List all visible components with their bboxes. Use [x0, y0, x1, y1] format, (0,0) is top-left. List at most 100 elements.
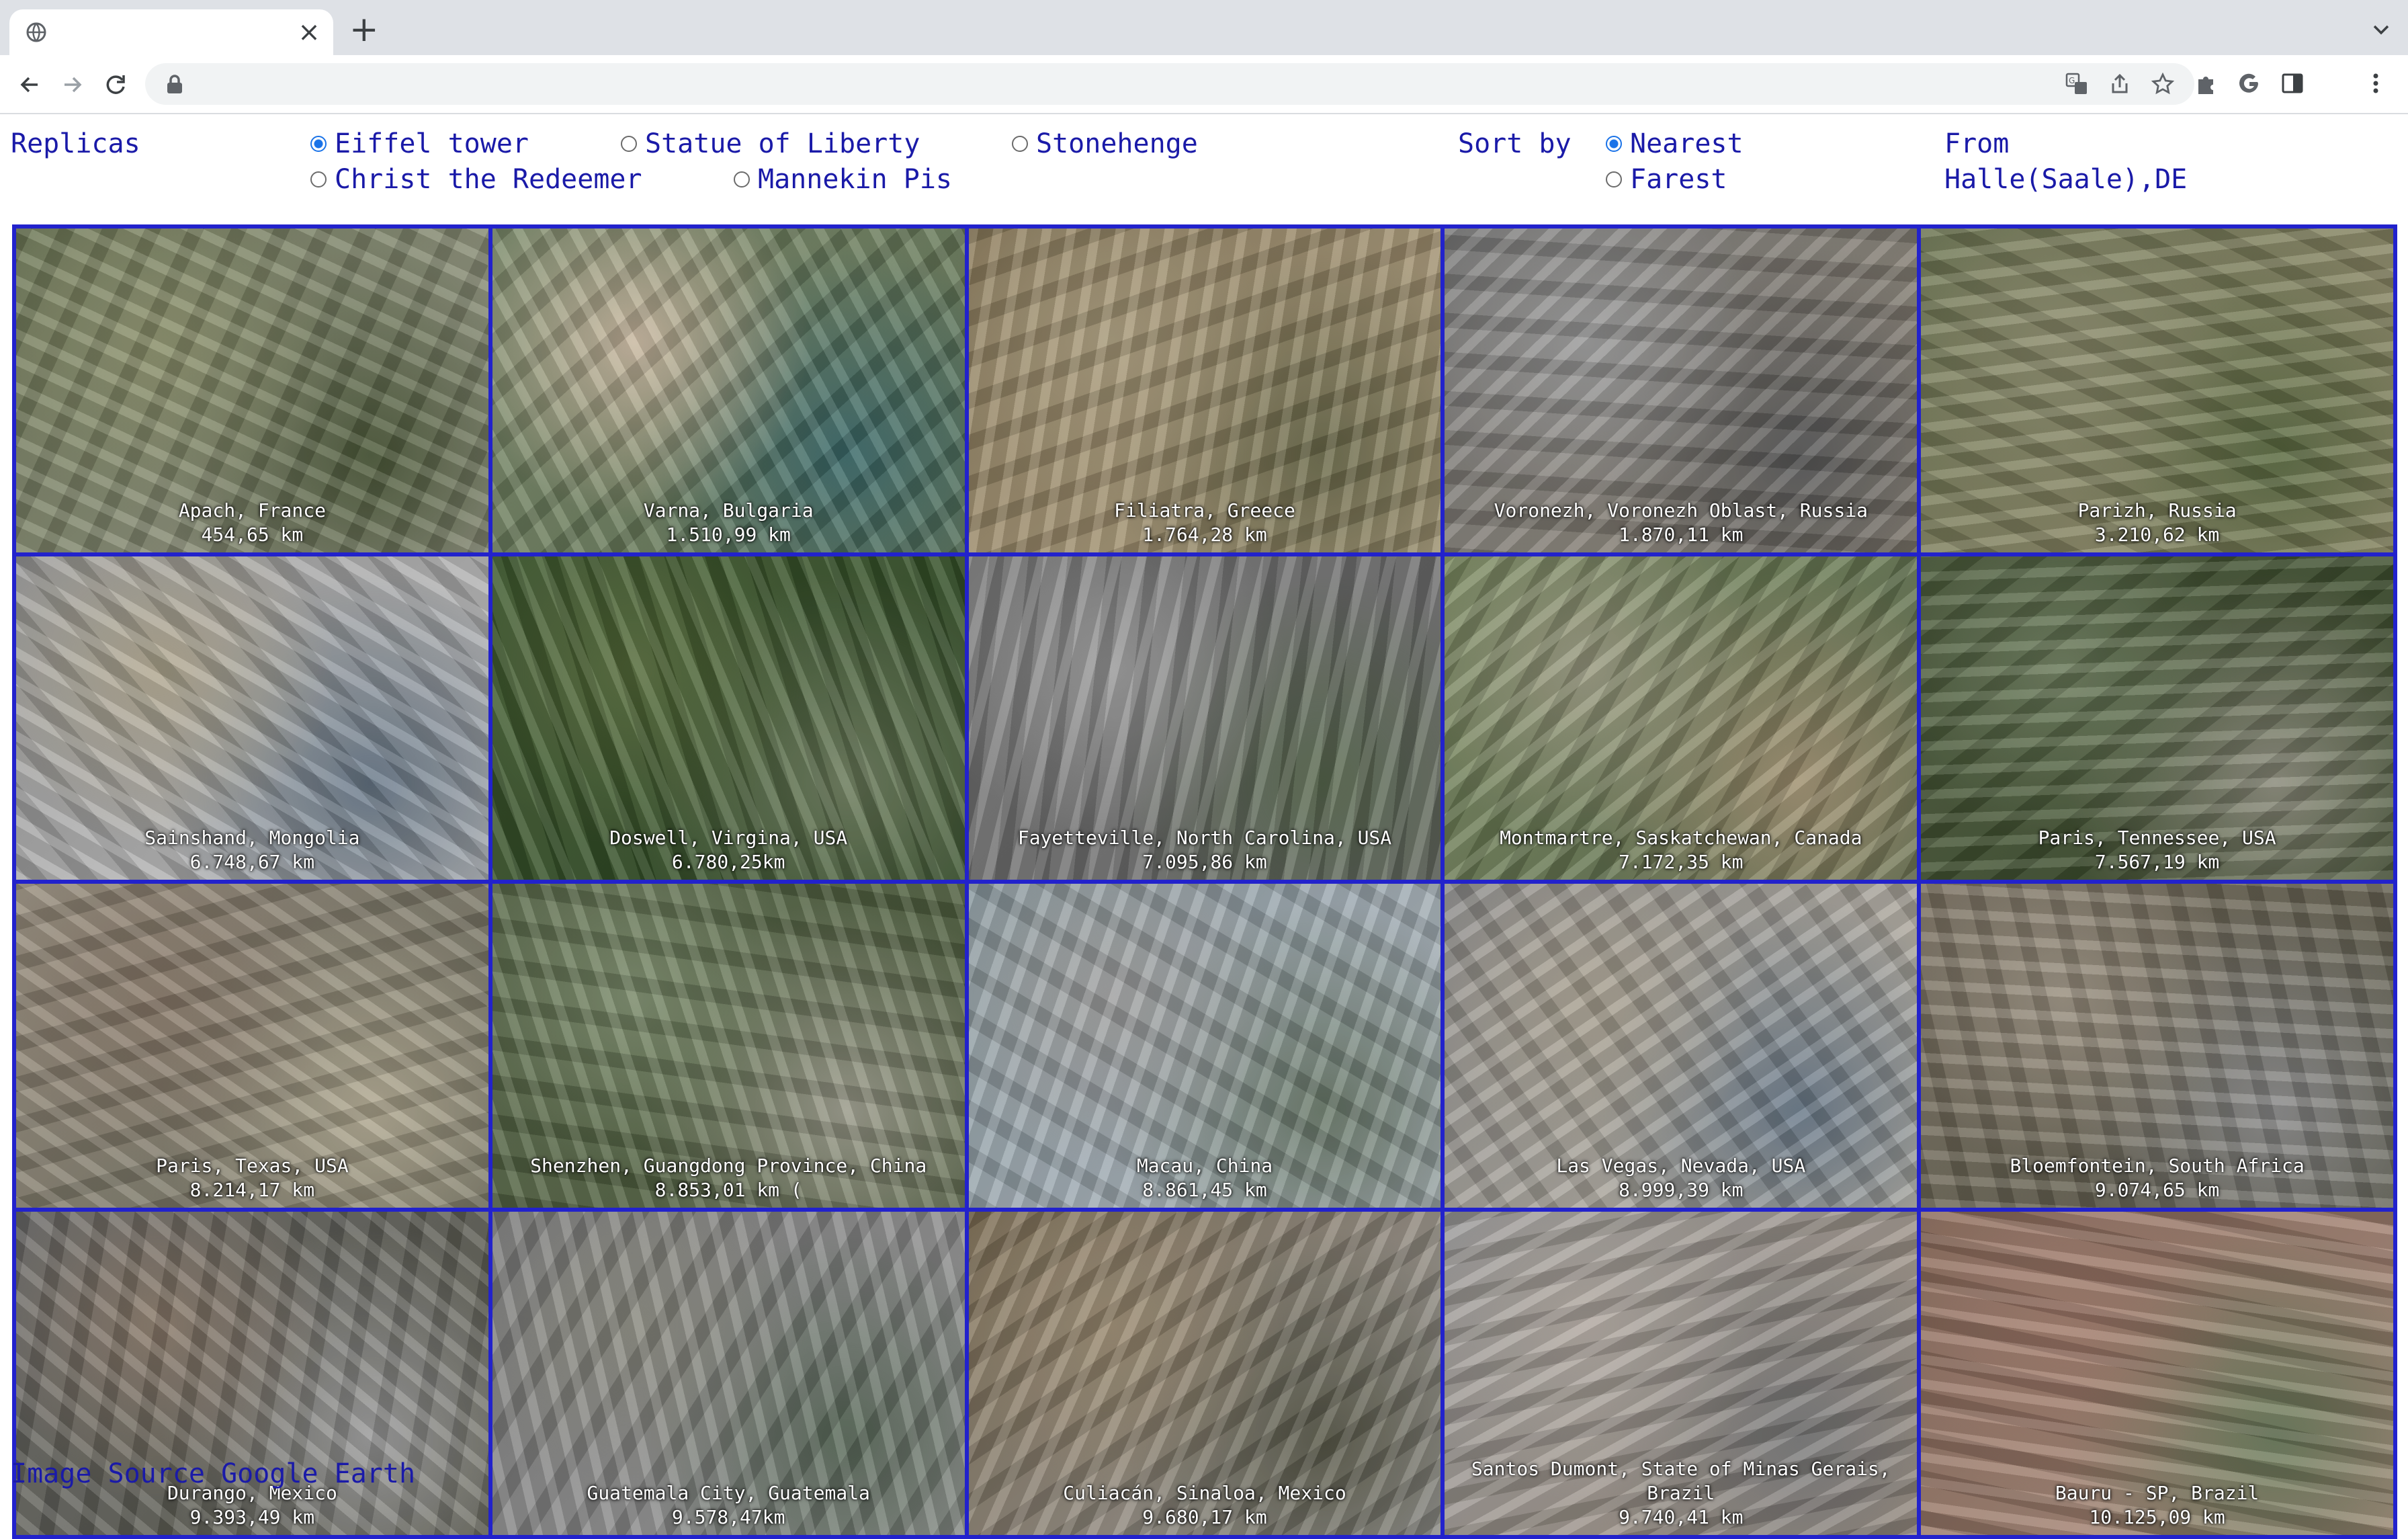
distance-value: 6.780,25km — [671, 851, 785, 873]
extensions-icon[interactable] — [2193, 70, 2220, 97]
replica-tile[interactable]: Bauru - SP, Brazil 10.125,09 km — [1919, 1209, 2395, 1537]
place-name: Varna, Bulgaria — [643, 499, 814, 522]
place-name: Filiatra, Greece — [1114, 499, 1295, 522]
page-content: Replicas Eiffel tower Statue of Liberty … — [0, 114, 2408, 1539]
replica-tile[interactable]: Sainshand, Mongolia 6.748,67 km — [14, 554, 490, 882]
share-icon[interactable] — [2108, 73, 2131, 95]
radio-button[interactable] — [1606, 171, 1622, 188]
radio-label[interactable]: Statue of Liberty — [645, 126, 920, 161]
distance-value: 9.680,17 km — [1142, 1506, 1267, 1528]
distance-value: 8.853,01 km ( — [654, 1178, 802, 1201]
place-name: Shenzhen, Guangdong Province, China — [530, 1154, 927, 1177]
distance-value: 10.125,09 km — [2089, 1506, 2225, 1528]
radio-statue-of-liberty[interactable]: Statue of Liberty — [621, 126, 920, 161]
radio-button[interactable] — [621, 136, 637, 152]
forward-arrow-icon[interactable] — [58, 70, 87, 99]
replica-tile[interactable]: Montmartre, Saskatchewan, Canada 7.172,35… — [1443, 554, 1920, 882]
distance-value: 6.748,67 km — [189, 851, 315, 873]
distance-value: 1.870,11 km — [1619, 523, 1744, 546]
radio-button[interactable] — [734, 171, 750, 188]
radio-label[interactable]: Eiffel tower — [335, 126, 529, 161]
replica-tile[interactable]: Macau, China 8.861,45 km — [966, 882, 1443, 1210]
radio-label[interactable]: Stonehenge — [1036, 126, 1198, 161]
replica-tile[interactable]: Doswell, Virgina, USA 6.780,25km — [490, 554, 967, 882]
reload-icon[interactable] — [101, 70, 130, 99]
browser-tab[interactable]: × — [9, 9, 333, 55]
distance-value: 9.393,49 km — [189, 1506, 315, 1528]
google-icon[interactable] — [2236, 70, 2263, 97]
replica-tile[interactable]: Guatemala City, Guatemala 9.578,47km — [490, 1209, 967, 1537]
close-icon[interactable]: × — [297, 19, 321, 46]
radio-button[interactable] — [310, 136, 327, 152]
replica-tile[interactable]: Bloemfontein, South Africa 9.074,65 km — [1919, 882, 2395, 1210]
distance-value: 9.740,41 km — [1619, 1506, 1744, 1528]
replica-tile[interactable]: Las Vegas, Nevada, USA 8.999,39 km — [1443, 882, 1920, 1210]
replica-tile[interactable]: Parizh, Russia 3.210,62 km — [1919, 226, 2395, 554]
tile-caption: Bauru - SP, Brazil 10.125,09 km — [1921, 1481, 2393, 1530]
radio-sort-farest[interactable]: Farest — [1606, 162, 1727, 197]
tile-caption: Voronezh, Voronezh Oblast, Russia 1.870,1… — [1445, 499, 1917, 547]
radio-button[interactable] — [1606, 136, 1622, 152]
replica-tile[interactable]: Apach, France 454,65 km — [14, 226, 490, 554]
radio-label[interactable]: Nearest — [1630, 126, 1744, 161]
radio-button[interactable] — [1012, 136, 1028, 152]
browser-toolbar: G — [0, 55, 2408, 114]
tile-caption: Paris, Texas, USA 8.214,17 km — [16, 1154, 488, 1202]
more-menu-icon[interactable] — [2362, 70, 2389, 97]
place-name: Paris, Tennessee, USA — [2038, 827, 2276, 849]
replica-tile[interactable]: Santos Dumont, State of Minas Gerais, Br… — [1443, 1209, 1920, 1537]
from-location: Halle(Saale),DE — [1944, 164, 2188, 195]
lock-icon[interactable] — [165, 74, 184, 94]
distance-value: 9.074,65 km — [2094, 1178, 2220, 1201]
image-source-credit: Image Source Google Earth — [11, 1458, 416, 1489]
radio-button[interactable] — [310, 171, 327, 188]
sort-by-label: Sort by — [1458, 128, 1572, 159]
distance-value: 8.214,17 km — [189, 1178, 315, 1201]
side-panel-icon[interactable] — [2279, 70, 2306, 97]
distance-value: 7.567,19 km — [2094, 851, 2220, 873]
tab-strip: × + — [0, 0, 2408, 55]
place-name: Culiacán, Sinaloa, Mexico — [1063, 1482, 1346, 1504]
back-arrow-icon[interactable] — [15, 70, 44, 99]
tile-caption: Filiatra, Greece 1.764,28 km — [969, 499, 1441, 547]
distance-value: 8.999,39 km — [1619, 1178, 1744, 1201]
distance-value: 8.861,45 km — [1142, 1178, 1267, 1201]
place-name: Parizh, Russia — [2077, 499, 2237, 522]
replica-tile[interactable]: Filiatra, Greece 1.764,28 km — [966, 226, 1443, 554]
replica-tile[interactable]: Shenzhen, Guangdong Province, China 8.853… — [490, 882, 967, 1210]
chevron-down-icon[interactable] — [2369, 17, 2393, 42]
new-tab-button[interactable]: + — [349, 12, 379, 47]
translate-icon[interactable]: G — [2065, 73, 2088, 95]
tile-caption: Fayetteville, North Carolina, USA 7.095,8… — [969, 826, 1441, 874]
distance-value: 7.172,35 km — [1619, 851, 1744, 873]
svg-text:G: G — [2069, 76, 2075, 85]
distance-value: 454,65 km — [201, 523, 304, 546]
tile-caption: Culiacán, Sinaloa, Mexico 9.680,17 km — [969, 1481, 1441, 1530]
tile-caption: Apach, France 454,65 km — [16, 499, 488, 547]
from-label: From — [1944, 128, 2010, 159]
replica-tile[interactable]: Paris, Tennessee, USA 7.567,19 km — [1919, 554, 2395, 882]
address-bar[interactable]: G — [145, 63, 2194, 105]
radio-mannekin-pis[interactable]: Mannekin Pis — [734, 162, 952, 197]
radio-eiffel-tower[interactable]: Eiffel tower — [310, 126, 529, 161]
tile-caption: Paris, Tennessee, USA 7.567,19 km — [1921, 826, 2393, 874]
replica-tile[interactable]: Paris, Texas, USA 8.214,17 km — [14, 882, 490, 1210]
radio-label[interactable]: Mannekin Pis — [758, 162, 952, 197]
radio-label[interactable]: Christ the Redeemer — [335, 162, 642, 197]
radio-label[interactable]: Farest — [1630, 162, 1727, 197]
tile-caption: Bloemfontein, South Africa 9.074,65 km — [1921, 1154, 2393, 1202]
tile-caption: Varna, Bulgaria 1.510,99 km — [492, 499, 965, 547]
tile-caption: Shenzhen, Guangdong Province, China 8.853… — [492, 1154, 965, 1202]
distance-value: 9.578,47km — [671, 1506, 785, 1528]
tile-caption: Las Vegas, Nevada, USA 8.999,39 km — [1445, 1154, 1917, 1202]
radio-christ-the-redeemer[interactable]: Christ the Redeemer — [310, 162, 642, 197]
radio-stonehenge[interactable]: Stonehenge — [1012, 126, 1198, 161]
place-name: Paris, Texas, USA — [156, 1154, 349, 1177]
replica-tile[interactable]: Varna, Bulgaria 1.510,99 km — [490, 226, 967, 554]
replica-tile[interactable]: Culiacán, Sinaloa, Mexico 9.680,17 km — [966, 1209, 1443, 1537]
tile-caption: Montmartre, Saskatchewan, Canada 7.172,35… — [1445, 826, 1917, 874]
radio-sort-nearest[interactable]: Nearest — [1606, 126, 1744, 161]
star-icon[interactable] — [2151, 73, 2174, 95]
replica-tile[interactable]: Voronezh, Voronezh Oblast, Russia 1.870,1… — [1443, 226, 1920, 554]
replica-tile[interactable]: Fayetteville, North Carolina, USA 7.095,8… — [966, 554, 1443, 882]
